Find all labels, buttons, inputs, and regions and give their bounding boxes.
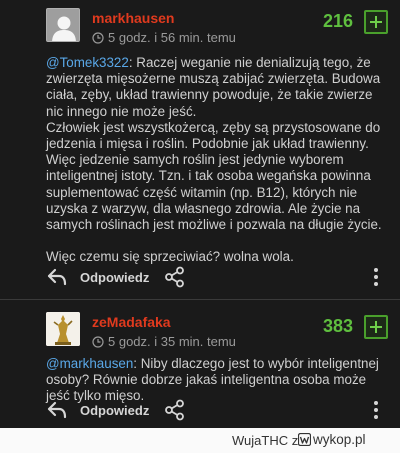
- text-line: suplementować część witamin (np. B12), k…: [46, 184, 358, 200]
- text-line: uzyska z warzyw, dla własnego zdrowia. A…: [46, 200, 361, 216]
- comment-thread: markhausen 5 godz. i 56 min. temu 216 @T…: [0, 0, 400, 428]
- comment: markhausen 5 godz. i 56 min. temu 216 @T…: [0, 0, 400, 297]
- timestamp: 5 godz. i 35 min. temu: [92, 334, 236, 349]
- statue-avatar-icon: [46, 312, 80, 346]
- text-line: Więc czemu się sprzeciwiać? wolna wola.: [46, 249, 294, 265]
- more-icon[interactable]: [372, 399, 380, 421]
- share-icon[interactable]: [164, 266, 186, 288]
- share-icon[interactable]: [164, 399, 186, 421]
- username[interactable]: zeMadafaka: [92, 314, 171, 330]
- comment: zeMadafaka 5 godz. i 35 min. temu 383 @m…: [0, 303, 400, 428]
- text-line: Człowiek jest wszystkożercą, zęby są prz…: [46, 119, 381, 135]
- clock-icon: [92, 31, 104, 44]
- reply-icon[interactable]: [46, 399, 68, 421]
- upvote-button[interactable]: [364, 315, 388, 339]
- comment-actions: Odpowiedz: [46, 399, 386, 421]
- site-name: wykop.pl: [313, 432, 366, 447]
- divider: [0, 299, 400, 300]
- more-icon[interactable]: [372, 266, 380, 288]
- reply-button[interactable]: Odpowiedz: [80, 270, 149, 285]
- avatar[interactable]: [46, 8, 80, 42]
- vote-count: 383: [322, 316, 353, 336]
- reply-icon[interactable]: [46, 266, 68, 288]
- avatar[interactable]: [46, 312, 80, 346]
- time-text: 5 godz. i 35 min. temu: [108, 334, 236, 349]
- text-line: ciała, zęby, układ trawienny powoduje, ż…: [46, 87, 373, 103]
- wykop-icon: [298, 433, 311, 446]
- vote-count: 216: [322, 11, 353, 31]
- text-line: osoby? Równie dobrze jakaś inteligentna …: [46, 372, 367, 388]
- mention-link[interactable]: @Tomek3322: [46, 55, 129, 70]
- text-line: Więc jedzenie samych roślin jest jedynie…: [46, 152, 344, 168]
- text-line: : Niby dlaczego jest to wybór inteligent…: [133, 356, 379, 371]
- reply-button[interactable]: Odpowiedz: [80, 403, 149, 418]
- text-line: nic innego nie może jeść.: [46, 103, 197, 119]
- text-line: jedzenia i mięsa i roślin. Podobnie jak …: [46, 136, 369, 152]
- upvote-button[interactable]: [364, 10, 388, 34]
- mention-link[interactable]: @markhausen: [46, 356, 133, 371]
- username[interactable]: markhausen: [92, 10, 174, 26]
- comment-actions: Odpowiedz: [46, 266, 386, 288]
- text-line: : Raczej weganie nie denializują tego, ż…: [128, 55, 371, 70]
- time-text: 5 godz. i 56 min. temu: [108, 30, 236, 45]
- comment-body: @Tomek3322: Raczej weganie nie denializu…: [46, 55, 396, 265]
- text-line: zwierzęta mięsożerne muszą zabijać zwier…: [46, 71, 381, 87]
- credit-text: WujaTHC z: [232, 433, 299, 448]
- watermark-footer: WujaTHC z wykop.pl: [0, 428, 400, 453]
- user-avatar-icon: [47, 9, 79, 41]
- text-line: samych roślinach jest możliwe i pozwala …: [46, 217, 382, 233]
- clock-icon: [92, 335, 104, 348]
- timestamp: 5 godz. i 56 min. temu: [92, 30, 236, 45]
- text-line: inteligentnej istoty. Tzn. i tak osoba w…: [46, 168, 371, 184]
- comment-body: @markhausen: Niby dlaczego jest to wybór…: [46, 356, 396, 405]
